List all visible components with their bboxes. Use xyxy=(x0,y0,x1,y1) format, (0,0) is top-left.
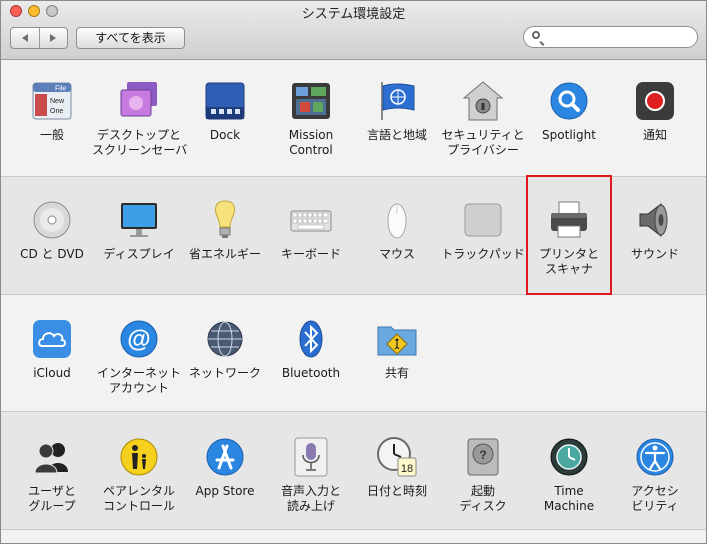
pane-dictation-label: 音声入力と 読み上げ xyxy=(280,484,341,513)
users-icon xyxy=(34,443,68,474)
clock-icon: 18 xyxy=(377,437,417,477)
pane-security-label: セキュリティと プライバシー xyxy=(441,128,525,157)
pane-cd-dvd-label: CD と DVD xyxy=(20,247,84,261)
pane-icloud-label: iCloud xyxy=(33,366,71,380)
title-bar: システム環境設定 すべてを表示 xyxy=(1,1,706,60)
svg-text:New: New xyxy=(50,98,65,105)
preferences-row-system: ユーザと グループ ペアレンタル コントロール App Store 音声入力と … xyxy=(1,412,706,530)
mouse-icon xyxy=(387,203,407,239)
pane-energy-label: 省エネルギー xyxy=(188,247,261,261)
keyboard-icon xyxy=(290,210,332,232)
pane-sharing-label: 共有 xyxy=(384,366,409,380)
bottom-strip xyxy=(1,530,706,543)
time-machine-icon xyxy=(550,438,588,476)
pane-mouse-label: マウス xyxy=(378,247,415,261)
svg-text:@: @ xyxy=(127,326,150,353)
cd-icon xyxy=(33,201,71,239)
back-arrow-icon xyxy=(21,34,28,42)
speaker-icon xyxy=(639,202,668,238)
bluetooth-icon xyxy=(299,320,323,358)
window-title: システム環境設定 xyxy=(301,7,406,22)
show-all-button[interactable]: すべてを表示 xyxy=(76,27,185,49)
sharing-folder-icon xyxy=(377,326,417,356)
pane-sound-label: サウンド xyxy=(630,247,679,261)
svg-text:?: ? xyxy=(479,448,486,462)
forward-arrow-icon xyxy=(50,34,57,42)
dock-icon xyxy=(205,82,245,120)
display-icon xyxy=(121,203,157,237)
pane-app-store-label: App Store xyxy=(195,484,255,498)
microphone-icon xyxy=(294,437,328,477)
pane-general-label: 一般 xyxy=(39,128,64,142)
forward-button[interactable] xyxy=(38,28,68,48)
spotlight-icon xyxy=(550,82,588,120)
general-icon: File New One xyxy=(32,82,72,120)
pane-parental-label: ペアレンタル コントロール xyxy=(102,484,175,513)
preferences-row-internet: iCloud @ インターネット アカウント ネットワーク Bluetooth … xyxy=(1,295,706,412)
pane-desktop-label: デスクトップと スクリーンセーバ xyxy=(92,128,188,157)
pane-network-label: ネットワーク xyxy=(188,366,261,380)
pane-users-label: ユーザと グループ xyxy=(28,484,76,513)
desktop-icon xyxy=(120,82,157,117)
mission-control-icon xyxy=(292,83,330,119)
svg-text:One: One xyxy=(50,108,63,115)
network-icon xyxy=(207,321,243,357)
bulb-icon xyxy=(215,200,235,238)
pane-spotlight-label: Spotlight xyxy=(542,128,596,142)
search-field[interactable] xyxy=(523,26,698,48)
parental-icon xyxy=(120,438,158,476)
pane-time-machine-label: Time Machine xyxy=(543,484,595,513)
security-icon xyxy=(462,81,504,121)
back-button[interactable] xyxy=(11,28,39,48)
pane-dock-label: Dock xyxy=(209,128,241,142)
at-icon: @ xyxy=(120,320,158,358)
search-icon xyxy=(532,31,540,39)
icloud-icon xyxy=(33,320,71,358)
appstore-icon xyxy=(206,438,244,476)
disk-icon: ? xyxy=(467,438,499,476)
pane-startup-label: 起動 ディスク xyxy=(459,484,507,513)
trackpad-icon xyxy=(464,203,502,237)
accessibility-icon xyxy=(636,438,674,476)
search-input[interactable] xyxy=(544,29,693,47)
pane-language-label: 言語と地域 xyxy=(366,128,427,142)
language-icon xyxy=(381,82,415,120)
nav-segment xyxy=(10,27,68,49)
svg-text:File: File xyxy=(55,86,66,93)
pane-trackpad-label: トラックパッド xyxy=(441,247,525,261)
pane-date-time-label: 日付と時刻 xyxy=(366,484,427,498)
pane-bluetooth-label: Bluetooth xyxy=(281,366,341,380)
pane-notifications-label: 通知 xyxy=(642,128,667,142)
pane-keyboard-label: キーボード xyxy=(280,247,341,261)
pane-mission-control-label: Mission Control xyxy=(288,128,334,157)
selection-highlight xyxy=(526,175,612,295)
preferences-row-personal: File New One 一般 デスクトップと スクリーンセーバ Dock Mi… xyxy=(1,60,706,177)
pane-internet-label: インターネット アカウント xyxy=(96,366,181,395)
pane-accessibility-label: アクセシ ビリティ xyxy=(631,484,679,513)
notifications-icon xyxy=(636,82,674,120)
svg-text:18: 18 xyxy=(401,463,413,475)
pane-displays-label: ディスプレイ xyxy=(103,247,175,261)
